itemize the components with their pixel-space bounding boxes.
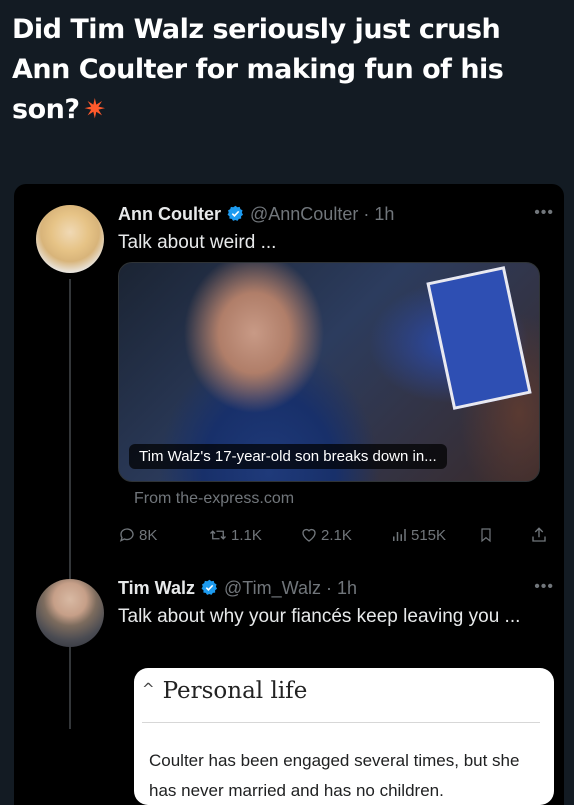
- verified-badge-icon: [201, 579, 218, 601]
- sparkle-icon: ✷: [83, 94, 107, 125]
- tweet1-action-bar: 8K 1.1K 2.1K 515K: [118, 526, 548, 548]
- link-source[interactable]: From the-express.com: [134, 490, 294, 508]
- bookmark-icon[interactable]: [478, 526, 494, 544]
- tweet1-header: Ann Coulter @AnnCoulter · 1h: [118, 204, 394, 227]
- verified-badge-icon: [227, 205, 244, 227]
- tweet2-author-name[interactable]: Tim Walz: [118, 578, 195, 598]
- tweet-thread-card: Ann Coulter @AnnCoulter · 1h ••• Talk abo…: [14, 184, 564, 805]
- thread-connector-line: [69, 279, 71, 729]
- note-title: Personal life: [162, 678, 308, 704]
- post-headline: Did Tim Walz seriously just crush Ann Co…: [12, 10, 564, 130]
- tweet2-header: Tim Walz @Tim_Walz · 1h: [118, 578, 357, 601]
- views-button[interactable]: 515K: [390, 526, 446, 544]
- avatar-ann-coulter[interactable]: [36, 205, 104, 273]
- reply-count: 8K: [139, 526, 158, 544]
- more-icon[interactable]: •••: [534, 578, 554, 596]
- chevron-up-icon: ^: [142, 680, 155, 698]
- like-count: 2.1K: [321, 526, 352, 544]
- tweet1-handle[interactable]: @AnnCoulter · 1h: [250, 204, 394, 224]
- tweet2-handle[interactable]: @Tim_Walz · 1h: [224, 578, 357, 598]
- retweet-button[interactable]: 1.1K: [208, 526, 262, 544]
- note-body: Coulter has been engaged several times, …: [149, 751, 520, 800]
- tweet1-media-card[interactable]: Tim Walz's 17-year-old son breaks down i…: [118, 262, 540, 482]
- personal-life-note: ^ Personal life Coulter has been engaged …: [134, 668, 554, 805]
- views-count: 515K: [411, 526, 447, 544]
- retweet-count: 1.1K: [231, 526, 262, 544]
- note-divider: [142, 722, 540, 723]
- tweet2-text: Talk about why your fiancés keep leaving…: [118, 606, 521, 627]
- more-icon[interactable]: •••: [534, 204, 554, 222]
- reply-button[interactable]: 8K: [118, 526, 157, 544]
- media-sign-shape: [426, 266, 532, 410]
- like-icon: [300, 526, 318, 544]
- tweet1-text: Talk about weird ...: [118, 232, 277, 253]
- views-icon: [390, 526, 408, 544]
- note-title-row[interactable]: ^ Personal life: [142, 678, 307, 704]
- reply-icon: [118, 526, 136, 544]
- media-caption: Tim Walz's 17-year-old son breaks down i…: [129, 444, 447, 469]
- avatar-tim-walz[interactable]: [36, 579, 104, 647]
- like-button[interactable]: 2.1K: [300, 526, 352, 544]
- share-icon[interactable]: [530, 526, 548, 544]
- tweet1-author-name[interactable]: Ann Coulter: [118, 204, 221, 224]
- retweet-icon: [208, 526, 228, 544]
